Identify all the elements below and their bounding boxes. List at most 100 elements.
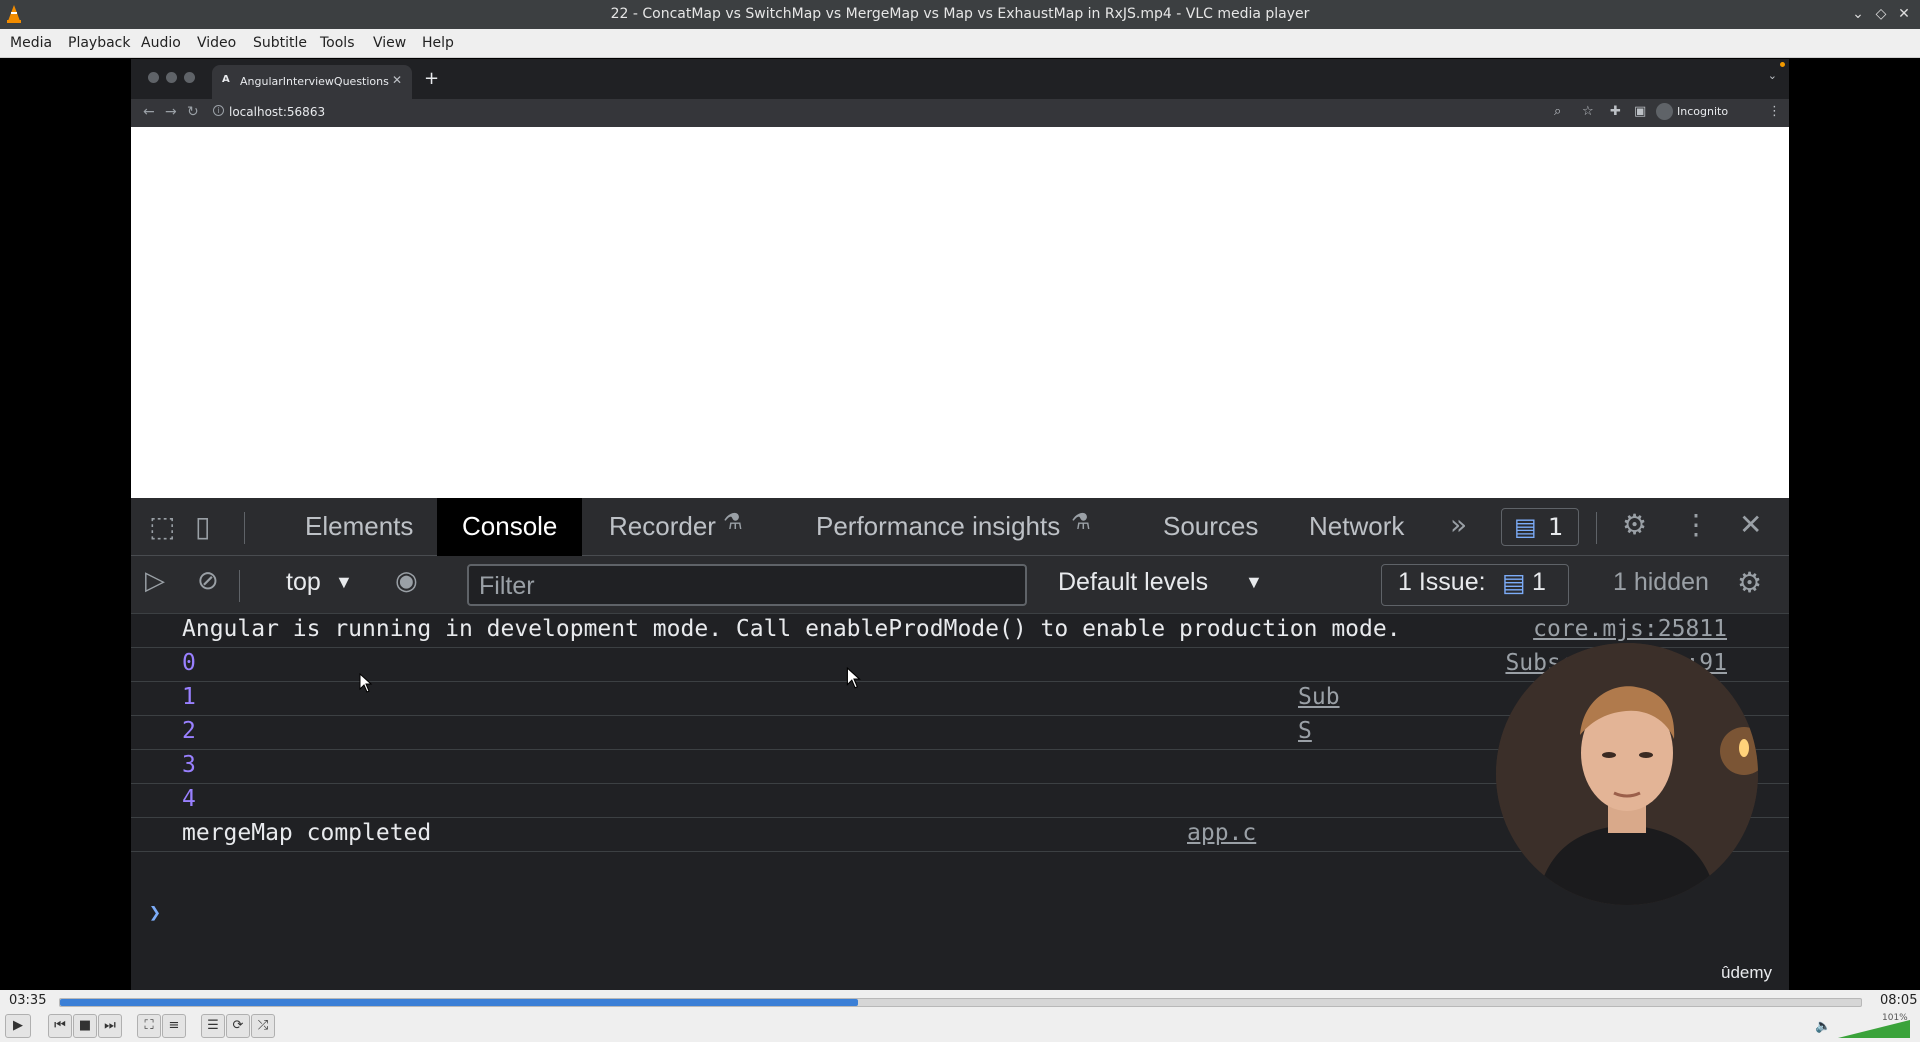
shuffle-button[interactable]: ⤮ (251, 1014, 275, 1038)
instructor-portrait (1496, 643, 1758, 905)
instructor-webcam (1496, 643, 1758, 905)
incognito-avatar-icon (1656, 103, 1673, 120)
console-message: Angular is running in development mode. … (182, 616, 1401, 642)
bookmark-star-icon: ☆ (1582, 104, 1594, 119)
console-message: 1 (182, 684, 196, 710)
loop-button[interactable]: ⟳ (226, 1014, 250, 1038)
dropdown-arrow-icon: ▼ (1245, 572, 1263, 592)
console-source-link: S (1298, 718, 1312, 744)
settings-gear-icon: ⚙ (1622, 508, 1648, 541)
clear-console-icon: ⊘ (197, 566, 219, 596)
minimize-icon[interactable]: ⌄ (1848, 4, 1868, 24)
console-settings-gear-icon: ⚙ (1737, 566, 1763, 599)
previous-button[interactable]: ⏮ (48, 1014, 72, 1038)
video-frame: A AngularInterviewQuestions ✕ + ⌄ ← → ↻ … (131, 59, 1789, 990)
issues-badge-count: 1 (1548, 513, 1564, 541)
close-devtools-icon: ✕ (1739, 508, 1763, 541)
tab-close-icon: ✕ (391, 73, 402, 87)
issues-label: 1 Issue: (1398, 568, 1486, 596)
url-text: localhost:56863 (229, 105, 326, 119)
next-button[interactable]: ⏭ (98, 1014, 122, 1038)
menu-playback[interactable]: Playback (68, 35, 130, 51)
udemy-watermark: ûdemy (1721, 963, 1773, 982)
reload-icon: ↻ (187, 104, 199, 120)
context-selector: top (286, 568, 321, 596)
more-tabs-icon: » (1450, 508, 1468, 541)
menu-help[interactable]: Help (422, 35, 454, 51)
elapsed-time: 03:35 (9, 993, 47, 1008)
filter-input: Filter (467, 564, 1027, 606)
device-toolbar-icon: ▯ (195, 510, 211, 543)
dropdown-arrow-icon: ▼ (335, 572, 353, 592)
separator (244, 512, 245, 544)
inspect-element-icon: ⬚ (149, 510, 176, 543)
hidden-count: 1 hidden (1613, 568, 1709, 596)
console-source-link: core.mjs:25811 (1533, 616, 1727, 642)
extended-settings-button[interactable]: ≡ (162, 1014, 186, 1038)
close-icon[interactable]: ✕ (1894, 4, 1914, 24)
message-icon: ▤ (1514, 513, 1537, 541)
tab-performance-insights: Performance insights (816, 511, 1061, 541)
live-expression-eye-icon: ◉ (395, 566, 418, 596)
menu-bar: Media Playback Audio Video Subtitle Tool… (0, 29, 1920, 58)
separator (239, 570, 240, 602)
mouse-cursor-icon (359, 673, 373, 693)
playlist-button[interactable]: ☰ (201, 1014, 225, 1038)
console-message: 4 (182, 786, 196, 812)
new-tab-icon: + (424, 68, 440, 89)
browser-tab-strip: A AngularInterviewQuestions ✕ + ⌄ (131, 59, 1789, 99)
angular-favicon-icon: A (222, 74, 230, 85)
tab-network: Network (1309, 511, 1405, 541)
window-titlebar: 22 - ConcatMap vs SwitchMap vs MergeMap … (0, 0, 1920, 29)
browser-tab: A AngularInterviewQuestions ✕ (212, 65, 412, 99)
seek-bar-progress (60, 999, 858, 1006)
menu-view[interactable]: View (373, 35, 406, 51)
web-page-content (131, 127, 1789, 498)
total-time: 08:05 (1880, 993, 1918, 1008)
more-options-icon: ⋮ (1682, 508, 1710, 541)
mouse-cursor-icon (846, 667, 861, 689)
volume-slider[interactable] (1838, 1020, 1912, 1038)
console-message: mergeMap completed (182, 820, 432, 846)
recording-indicator-icon (1780, 62, 1785, 67)
tab-console: Console (437, 498, 583, 556)
menu-audio[interactable]: Audio (141, 35, 181, 51)
log-levels-selector: Default levels (1058, 568, 1209, 596)
menu-media[interactable]: Media (10, 35, 52, 51)
console-message: 3 (182, 752, 196, 778)
player-controls: 03:35 08:05 ▶ ⏮ ■ ⏭ ⛶ ≡ ☰ ⟳ ⤮ 🔈 101% (0, 990, 1920, 1042)
tab-sources: Sources (1163, 511, 1259, 541)
video-area[interactable]: A AngularInterviewQuestions ✕ + ⌄ ← → ↻ … (0, 59, 1920, 990)
incognito-label: Incognito (1677, 105, 1729, 118)
devtools-tab-bar: ⬚ ▯ Elements Console Recorder ⚗ Performa… (131, 498, 1789, 556)
console-row: Angular is running in development mode. … (131, 614, 1789, 648)
window-title: 22 - ConcatMap vs SwitchMap vs MergeMap … (610, 6, 1310, 22)
issues-badge: ▤ 1 (1501, 508, 1579, 546)
console-prompt-chevron-icon: ❯ (149, 900, 162, 924)
browser-tab-title: AngularInterviewQuestions (240, 75, 389, 88)
play-button[interactable]: ▶ (5, 1014, 31, 1038)
window-dot-icon (184, 72, 195, 83)
console-source-link: app.c (1187, 820, 1257, 846)
sidebar-toggle-icon: ▷ (145, 566, 165, 596)
experiment-flask-icon: ⚗ (1071, 510, 1091, 535)
site-info-icon: i (213, 105, 224, 116)
zoom-icon: ⌕ (1554, 104, 1562, 119)
window-dot-icon (166, 72, 177, 83)
window-dot-icon (148, 72, 159, 83)
tab-recorder: Recorder (609, 511, 716, 541)
menu-subtitle[interactable]: Subtitle (253, 35, 307, 51)
console-source-link: Sub (1298, 684, 1340, 710)
menu-video[interactable]: Video (197, 35, 236, 51)
menu-tools[interactable]: Tools (320, 35, 355, 51)
fullscreen-button[interactable]: ⛶ (137, 1014, 161, 1038)
console-row-partial (131, 604, 1789, 614)
issues-count: 1 (1532, 568, 1546, 596)
side-panel-icon: ▣ (1634, 104, 1647, 119)
speaker-icon[interactable]: 🔈 (1815, 1019, 1831, 1034)
maximize-icon[interactable]: ◇ (1871, 4, 1891, 24)
stop-button[interactable]: ■ (73, 1014, 97, 1038)
tab-elements: Elements (305, 511, 414, 541)
console-message: 2 (182, 718, 196, 744)
seek-bar[interactable] (59, 998, 1862, 1007)
